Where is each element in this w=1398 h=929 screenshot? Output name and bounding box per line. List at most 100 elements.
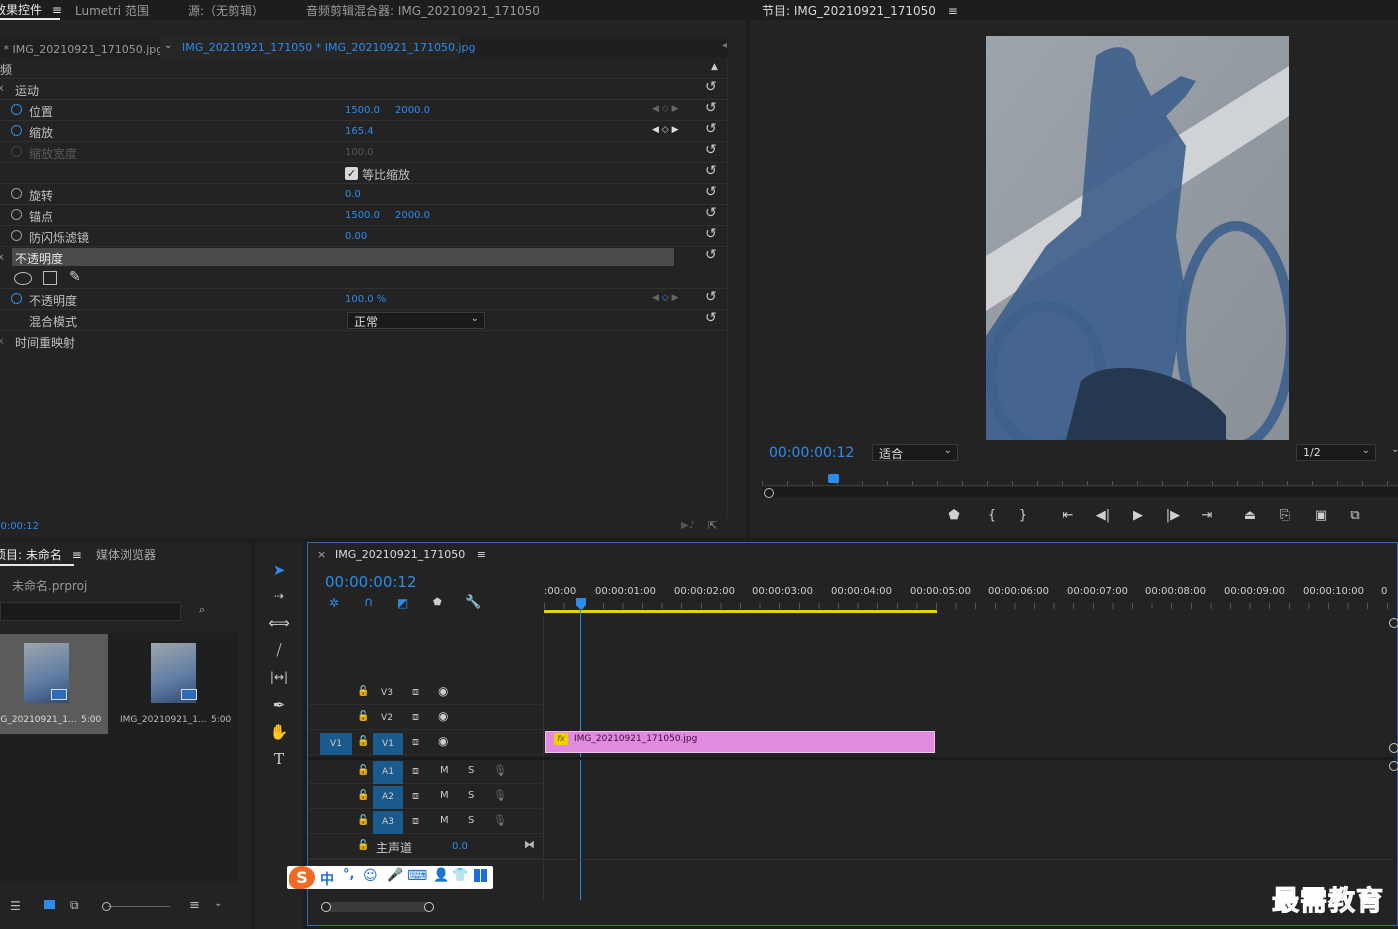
mic-icon[interactable]: 🎙 — [493, 764, 507, 777]
panel-collapse-icon[interactable]: ◂ — [722, 40, 727, 51]
fit-select[interactable]: 适合 ⌄ — [872, 444, 958, 461]
mute-button[interactable]: M — [440, 815, 449, 826]
project-item[interactable]: IMG_20210921_1... 5:00 — [112, 634, 238, 734]
tab-lumetri-scopes[interactable]: Lumetri 范围 — [75, 2, 149, 19]
skin-icon[interactable]: 👕 — [452, 868, 468, 883]
type-tool-icon[interactable]: T — [266, 748, 292, 770]
reset-icon[interactable]: ↺ — [705, 101, 721, 115]
work-area-bar[interactable] — [544, 610, 937, 613]
linked-selection-icon[interactable]: ∩ — [364, 595, 374, 610]
close-sequence-icon[interactable]: × — [317, 548, 326, 561]
reset-icon[interactable]: ↺ — [705, 248, 721, 262]
wrench-icon[interactable]: 🔧 — [465, 595, 481, 610]
ime-punct-toggle[interactable]: °, — [343, 867, 354, 882]
chevron-down-icon[interactable]: ⌄ — [214, 898, 222, 909]
sync-lock-icon[interactable]: ⧈ — [412, 735, 419, 749]
export-frame-icon[interactable]: ▣ — [1310, 508, 1332, 523]
solo-button[interactable]: S — [468, 765, 474, 776]
monitor-time-ruler[interactable] — [762, 472, 1398, 486]
emoji-icon[interactable]: ☺ — [363, 868, 378, 884]
toolbox-icon[interactable] — [474, 869, 487, 882]
scroll-handle[interactable] — [424, 902, 434, 912]
settings-chevron-icon[interactable]: ⌄ — [1391, 444, 1398, 455]
go-to-in-icon[interactable]: ⇤ — [1057, 508, 1079, 523]
extract-icon[interactable]: ⎘ — [1274, 508, 1296, 523]
sequence-clip-tab[interactable]: ⌄ IMG_20210921_171050 * IMG_20210921_171… — [160, 38, 476, 58]
selection-tool-icon[interactable]: ➤ — [266, 559, 292, 581]
video-clip[interactable]: fx IMG_20210921_171050.jpg — [545, 731, 935, 753]
tab-effect-controls[interactable]: 效果控件 ≡ — [0, 1, 62, 18]
add-marker-icon[interactable]: ◩ — [397, 596, 408, 610]
reset-icon[interactable]: ↺ — [705, 227, 721, 241]
reset-icon[interactable]: ↺ — [705, 143, 721, 157]
anchor-y-value[interactable]: 2000.0 — [395, 210, 430, 221]
uniform-scale-checkbox[interactable]: ✓ — [345, 167, 358, 180]
track-name[interactable]: V1 — [373, 733, 403, 755]
sync-lock-icon[interactable]: ⧈ — [412, 764, 419, 778]
mic-icon[interactable]: 🎙 — [493, 814, 507, 827]
sync-lock-icon[interactable]: ⧈ — [412, 814, 419, 828]
fx-toggle-icon[interactable]: x — [0, 336, 4, 347]
stopwatch-icon[interactable] — [11, 125, 22, 136]
track-select-tool-icon[interactable]: ⇢ — [266, 585, 292, 607]
scroll-up-icon[interactable]: ▲ — [711, 62, 718, 72]
position-y-value[interactable]: 2000.0 — [395, 105, 430, 116]
go-to-out-icon[interactable]: ⇥ — [1196, 508, 1218, 523]
voice-icon[interactable]: 🎤 — [387, 868, 403, 883]
lock-icon[interactable]: 🔓 — [357, 815, 369, 826]
mic-icon[interactable]: 🎙 — [493, 789, 507, 802]
timeline-marker-icon[interactable]: ⬟ — [433, 597, 442, 608]
reset-icon[interactable]: ↺ — [705, 80, 721, 94]
stopwatch-icon[interactable] — [11, 188, 22, 199]
program-video-frame[interactable] — [986, 36, 1289, 440]
sync-lock-icon[interactable]: ⧈ — [412, 789, 419, 803]
rectangle-mask-icon[interactable] — [43, 271, 57, 285]
lock-icon[interactable]: 🔓 — [357, 840, 369, 851]
monitor-scroll-bar[interactable] — [762, 487, 1398, 497]
razor-tool-icon[interactable]: ⧸ — [266, 639, 292, 661]
anchor-x-value[interactable]: 1500.0 — [345, 210, 380, 221]
ime-toolbar[interactable]: S 中 °, ☺ 🎤 ⌨ 👤 👕 — [287, 866, 493, 889]
project-tab[interactable]: 项目: 未命名 ≡ — [0, 546, 82, 563]
snap-icon[interactable]: ✲ — [329, 596, 339, 610]
mark-in-icon[interactable]: { — [981, 508, 1003, 523]
lock-icon[interactable]: 🔓 — [357, 736, 369, 747]
keyboard-icon[interactable]: ⌨ — [407, 868, 427, 884]
project-item[interactable]: IMG_20210921_1... 5:00 — [0, 634, 108, 734]
keyframe-nav-icon[interactable]: ◀ ◇ ▶ — [652, 125, 679, 135]
eye-icon[interactable]: ◉ — [438, 684, 448, 698]
play-audio-icon[interactable]: ▶♪ — [681, 520, 695, 531]
timeline-timecode[interactable]: 00:00:00:12 — [325, 573, 417, 591]
step-back-icon[interactable]: ◀| — [1092, 508, 1114, 523]
keyframe-nav-icon[interactable]: ◀ ◇ ▶ — [652, 104, 679, 114]
comparison-view-icon[interactable]: ⧉ — [1344, 508, 1366, 523]
reset-icon[interactable]: ↺ — [705, 311, 721, 325]
opacity-header-bar[interactable] — [12, 248, 674, 266]
tab-menu-icon[interactable]: ≡ — [52, 3, 62, 17]
hand-tool-icon[interactable]: ✋ — [266, 721, 292, 743]
sync-lock-icon[interactable]: ⧈ — [412, 685, 419, 699]
master-volume-value[interactable]: 0.0 — [452, 841, 468, 852]
anti-flicker-value[interactable]: 0.00 — [345, 231, 367, 242]
zoom-slider-handle[interactable] — [102, 902, 111, 911]
eye-icon[interactable]: ◉ — [438, 709, 448, 723]
scroll-handle[interactable] — [321, 902, 331, 912]
freeform-view-icon[interactable]: ⧉ — [70, 898, 79, 913]
track-name[interactable]: A3 — [373, 811, 403, 834]
sequence-menu-icon[interactable]: ≡ — [477, 548, 486, 561]
pen-tool-icon[interactable]: ✒ — [266, 694, 292, 716]
icon-view-icon[interactable] — [44, 900, 55, 909]
sort-icon[interactable]: ≡ — [189, 898, 200, 913]
opacity-value[interactable]: 100.0 % — [345, 294, 386, 305]
go-to-end-icon[interactable]: ⧓ — [524, 838, 535, 851]
program-timecode[interactable]: 00:00:00:12 — [769, 445, 854, 461]
source-patch-v1[interactable]: V1 — [320, 733, 352, 755]
monitor-menu-icon[interactable]: ≡ — [948, 4, 958, 18]
lock-icon[interactable]: 🔓 — [357, 790, 369, 801]
position-x-value[interactable]: 1500.0 — [345, 105, 380, 116]
fx-toggle-icon[interactable]: x — [0, 83, 4, 94]
tab-audio-clip-mixer[interactable]: 音频剪辑混合器: IMG_20210921_171050 — [306, 2, 540, 19]
time-remap-label[interactable]: 时间重映射 — [15, 334, 75, 351]
zoom-slider[interactable] — [108, 906, 170, 907]
step-forward-icon[interactable]: |▶ — [1162, 508, 1184, 523]
